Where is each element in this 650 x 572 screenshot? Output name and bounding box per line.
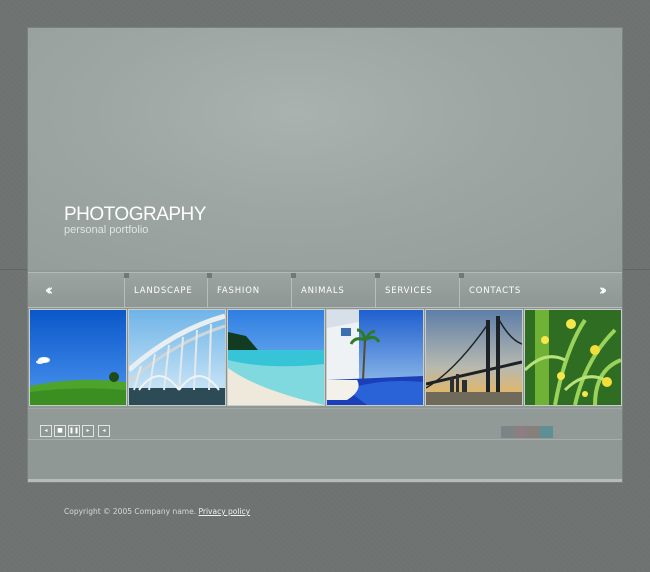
color-swatch[interactable] xyxy=(514,426,527,438)
main-navigation: ‹‹ LANDSCAPE FASHION ANIMALS SERVICES CO… xyxy=(28,272,622,309)
gallery-thumbnail-plants[interactable] xyxy=(524,309,622,406)
page-frame: PHOTOGRAPHY personal portfolio ‹‹ LANDSC… xyxy=(28,28,622,482)
double-chevron-left-icon[interactable]: ‹‹ xyxy=(36,282,58,298)
nav-item-animals[interactable]: ANIMALS xyxy=(291,273,376,307)
nav-item-label: FASHION xyxy=(217,286,260,296)
gallery-thumbnail-beach[interactable] xyxy=(227,309,325,406)
nav-item-label: LANDSCAPE xyxy=(134,286,193,296)
color-swatch[interactable] xyxy=(540,426,553,438)
nav-item-label: CONTACTS xyxy=(469,286,522,296)
bottom-rule xyxy=(28,479,622,482)
double-chevron-right-icon[interactable]: ›› xyxy=(590,282,612,298)
privacy-policy-link[interactable]: Privacy policy xyxy=(199,507,251,516)
nav-item-services[interactable]: SERVICES xyxy=(375,273,460,307)
nav-item-label: SERVICES xyxy=(385,286,433,296)
nav-item-fashion[interactable]: FASHION xyxy=(207,273,292,307)
gallery-thumbnail-arch-bridge[interactable] xyxy=(128,309,226,406)
site-subtitle: personal portfolio xyxy=(64,224,149,236)
gallery-thumbnail-suspension-bridge[interactable] xyxy=(425,309,523,406)
rewind-icon[interactable]: ◂ xyxy=(40,425,52,437)
copyright-text: Copyright © 2005 Company name. xyxy=(64,507,199,516)
forward-icon[interactable]: ▸ xyxy=(82,425,94,437)
gallery-thumbnail-pool[interactable] xyxy=(326,309,424,406)
color-swatch[interactable] xyxy=(501,426,514,438)
site-title: PHOTOGRAPHY xyxy=(64,204,206,225)
color-swatch[interactable] xyxy=(527,426,540,438)
footer: Copyright © 2005 Company name. Privacy p… xyxy=(64,507,250,516)
header-banner: PHOTOGRAPHY personal portfolio xyxy=(28,28,622,270)
photo-gallery xyxy=(28,308,622,406)
pause-icon[interactable]: ❚❚ xyxy=(68,425,80,437)
sound-icon[interactable]: ◂ xyxy=(98,425,110,437)
stop-icon[interactable]: ■ xyxy=(54,425,66,437)
nav-item-label: ANIMALS xyxy=(301,286,345,296)
nav-item-landscape[interactable]: LANDSCAPE xyxy=(124,273,208,307)
nav-item-contacts[interactable]: CONTACTS xyxy=(459,273,544,307)
gallery-thumbnail-field[interactable] xyxy=(29,309,127,406)
